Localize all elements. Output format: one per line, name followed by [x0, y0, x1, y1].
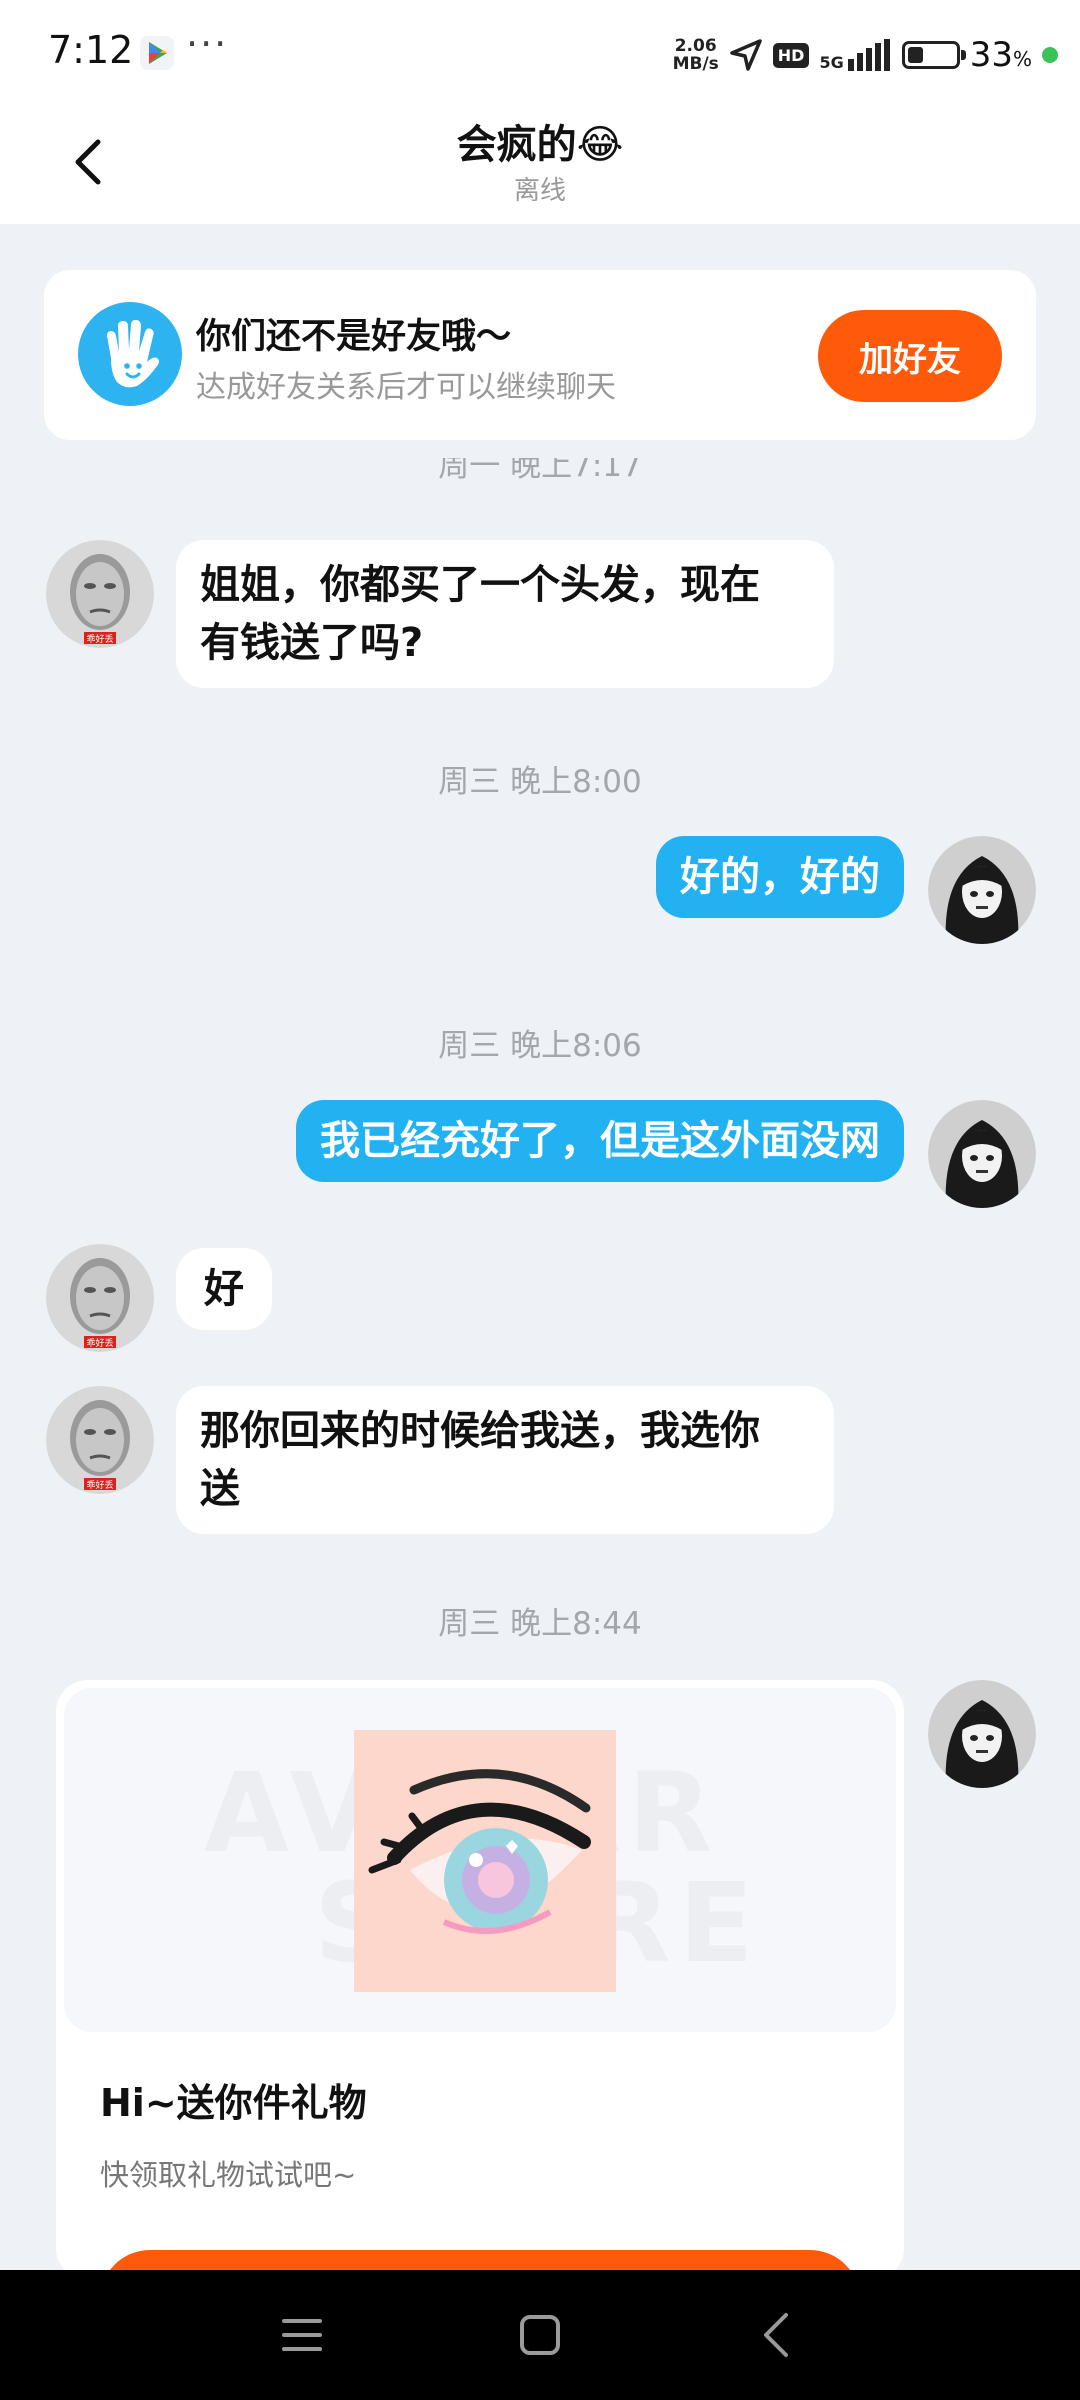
message-bubble-outgoing[interactable]: 好的，好的 — [656, 836, 904, 918]
my-avatar[interactable] — [928, 1680, 1036, 1788]
timestamp-partial-text: 周一 晚上7:17 — [438, 458, 642, 484]
banner-subtitle: 达成好友关系后才可以继续聊天 — [196, 370, 616, 405]
battery-percent-sign: % — [1012, 47, 1032, 71]
avatar-badge-text: 乖好丢 — [86, 1337, 113, 1349]
cellular-signal: 5G — [819, 39, 891, 71]
gift-item-image — [354, 1730, 616, 1992]
hd-icon: HD — [772, 42, 810, 68]
more-notifications-icon: ··· — [186, 22, 229, 66]
message-bubble-incoming[interactable]: 姐姐，你都买了一个头发，现在 有钱送了吗? — [176, 540, 834, 688]
network-type-label: 5G — [819, 53, 844, 72]
play-store-icon — [140, 36, 174, 70]
location-arrow-icon — [730, 39, 762, 71]
menu-icon — [282, 2319, 322, 2351]
gift-preview: AVATAR STORE — [64, 1688, 896, 2032]
battery-icon — [901, 41, 966, 69]
avatar-badge-text: 乖好丢 — [86, 1479, 113, 1491]
avatar-badge-text: 乖好丢 — [86, 633, 113, 645]
chat-header: 会疯的😂 离线 — [0, 104, 1080, 224]
message-text-line: 姐姐，你都买了一个头发，现在 — [200, 562, 760, 608]
contact-avatar[interactable]: 乖好丢 — [46, 1386, 154, 1494]
status-right-cluster: 2.06 MB/s HD 5G 33% — [673, 30, 1058, 80]
timestamp: 周三 晚上8:44 — [438, 1606, 642, 1642]
gift-title: Hi~送你件礼物 — [100, 2081, 367, 2125]
battery-fill — [907, 47, 923, 63]
home-button[interactable] — [500, 2295, 580, 2375]
battery-percent-value: 33 — [969, 35, 1013, 75]
network-speed-unit: MB/s — [672, 54, 719, 74]
status-time: 7:12 — [48, 28, 134, 72]
gift-subtitle: 快领取礼物试试吧~ — [100, 2158, 357, 2192]
network-speed: 2.06 MB/s — [673, 37, 719, 73]
system-nav-bar — [0, 2270, 1080, 2400]
battery-percent: 33% — [970, 35, 1032, 75]
online-status: 离线 — [513, 176, 566, 206]
wave-hand-icon — [78, 302, 182, 406]
contact-avatar[interactable]: 乖好丢 — [46, 540, 154, 648]
anime-eye-icon — [368, 1769, 591, 1934]
message-text-line: 有钱送了吗? — [200, 620, 424, 666]
message-bubble-outgoing[interactable]: 我已经充好了，但是这外面没网 — [296, 1100, 904, 1182]
home-square-icon — [520, 2315, 560, 2355]
back-triangle-icon — [764, 2313, 788, 2357]
active-indicator-dot — [1042, 47, 1058, 63]
contact-avatar[interactable]: 乖好丢 — [46, 1244, 154, 1352]
timestamp: 周三 晚上8:06 — [438, 1028, 642, 1064]
status-bar: 7:12 ··· 2.06 MB/s HD 5G 33% — [0, 0, 1080, 104]
my-avatar[interactable] — [928, 836, 1036, 944]
banner-title: 你们还不是好友哦～ — [196, 317, 512, 357]
message-bubble-incoming[interactable]: 好 — [176, 1248, 272, 1330]
timestamp-partial: 周一 晚上7:17 — [0, 458, 1080, 486]
network-speed-value: 2.06 — [674, 36, 717, 56]
message-text-line: 那你回来的时候给我送，我选你 — [200, 1408, 760, 1454]
menu-button[interactable] — [262, 2295, 342, 2375]
message-text-line: 送 — [200, 1466, 240, 1512]
timestamp: 周三 晚上8:00 — [438, 764, 642, 800]
add-friend-button[interactable]: 加好友 — [818, 310, 1002, 402]
contact-name[interactable]: 会疯的😂 — [0, 112, 1080, 170]
gift-card[interactable]: AVATAR STORE Hi~送你件礼物 快领取礼物试试吧 — [56, 1680, 904, 2280]
my-avatar[interactable] — [928, 1100, 1036, 1208]
message-bubble-incoming[interactable]: 那你回来的时候给我送，我选你 送 — [176, 1386, 834, 1534]
not-friends-banner: 你们还不是好友哦～ 达成好友关系后才可以继续聊天 加好友 — [44, 270, 1036, 440]
signal-bars-icon — [847, 39, 890, 71]
system-back-button[interactable] — [736, 2295, 816, 2375]
